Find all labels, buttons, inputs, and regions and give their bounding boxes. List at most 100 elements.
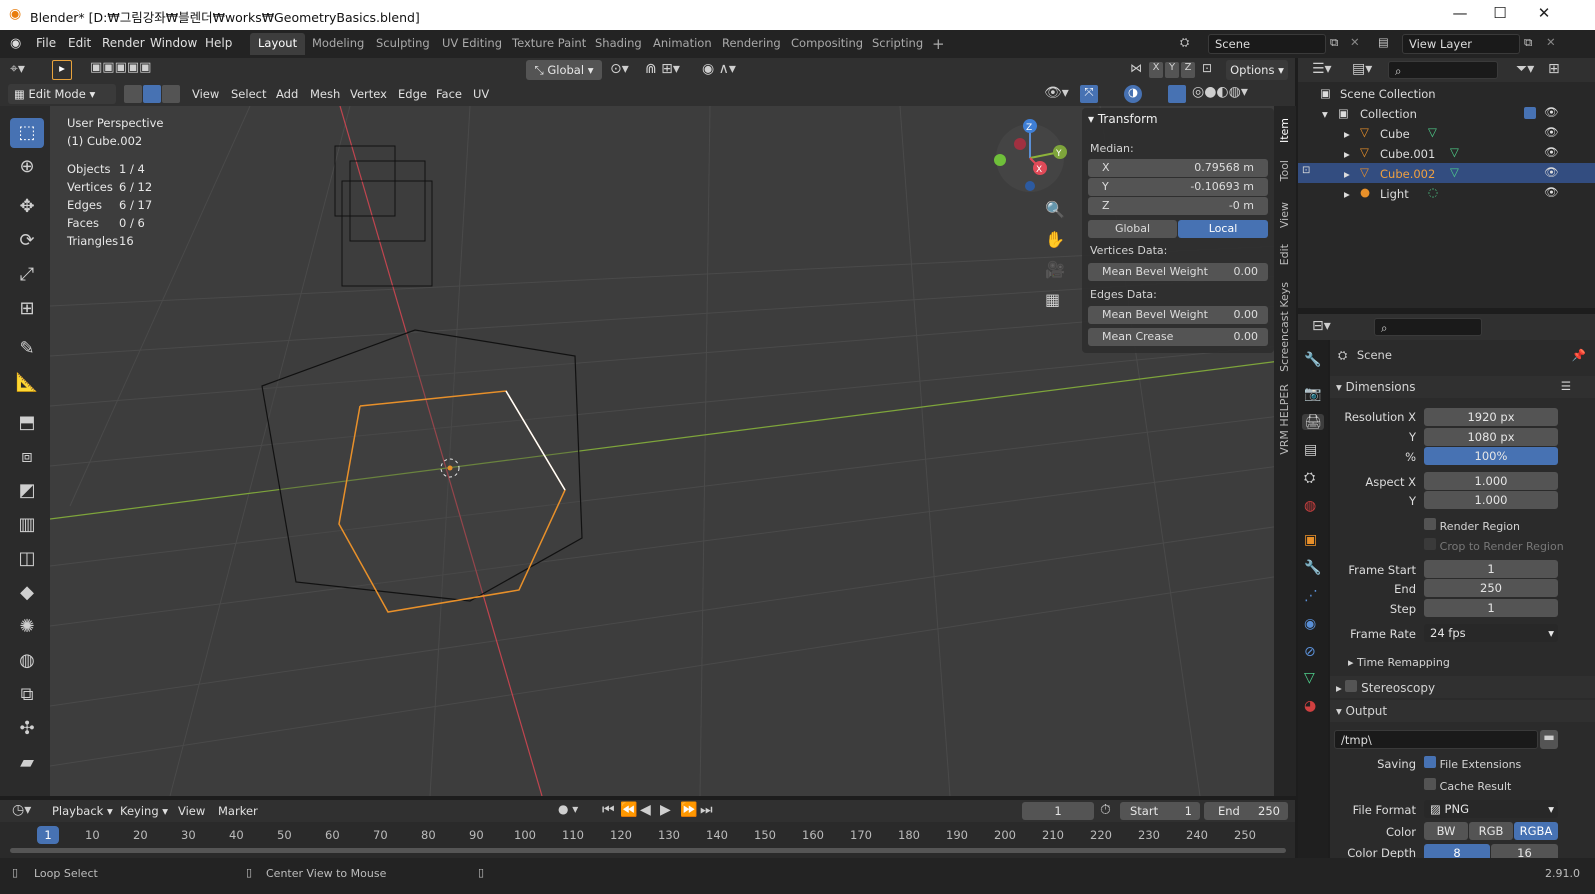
view-layer-tab-icon[interactable]: ▤ xyxy=(1304,442,1317,458)
menu-uv[interactable]: UV xyxy=(473,87,489,101)
data-tab-icon[interactable]: ▽ xyxy=(1304,670,1315,686)
axis-y-toggle[interactable]: Y xyxy=(1165,62,1179,78)
measure-tool[interactable]: 📐 xyxy=(10,368,44,398)
physics-tab-icon[interactable]: ◉ xyxy=(1304,616,1316,632)
render-tab-icon[interactable]: 📷 xyxy=(1304,386,1321,402)
spin-tool[interactable]: ✺ xyxy=(10,612,44,642)
time-remapping-subpanel[interactable]: ▸ Time Remapping xyxy=(1348,656,1450,669)
view-layer-icon[interactable]: ▤ xyxy=(1378,35,1389,49)
move-tool[interactable]: ✥ xyxy=(10,192,44,222)
menu-file[interactable]: File xyxy=(36,36,56,50)
resolution-x-field[interactable]: 1920 px xyxy=(1424,408,1558,426)
gizmo-toggle-icon[interactable]: ⤧ xyxy=(1080,85,1098,103)
playhead[interactable]: 1 xyxy=(37,826,59,844)
mirror-icon[interactable]: ⋈ xyxy=(1130,61,1142,75)
checkbox-icon[interactable] xyxy=(1524,107,1536,119)
outliner-type-icon[interactable]: ☰▾ xyxy=(1312,61,1332,77)
color-bw-option[interactable]: BW xyxy=(1424,822,1468,840)
tab-modeling[interactable]: Modeling xyxy=(304,33,372,55)
rotate-tool[interactable]: ⟳ xyxy=(10,226,44,256)
tab-rendering[interactable]: Rendering xyxy=(714,33,789,55)
outliner-row-collection[interactable]: ▾ ▣ Collection 👁 xyxy=(1298,103,1595,123)
world-tab-icon[interactable]: ◍ xyxy=(1304,498,1316,514)
particles-tab-icon[interactable]: ⋰ xyxy=(1304,588,1318,604)
crop-region-checkbox[interactable]: Crop to Render Region xyxy=(1424,538,1564,553)
pan-hand-icon[interactable]: ✋ xyxy=(1045,230,1065,249)
shrink-fatten-tool[interactable]: ✣ xyxy=(10,714,44,744)
axis-z-toggle[interactable]: Z xyxy=(1181,62,1195,78)
local-toggle[interactable]: Local xyxy=(1178,220,1268,238)
extrude-tool[interactable]: ⬒ xyxy=(10,408,44,438)
outliner-row-cube[interactable]: ▸ ▽ Cube ▽ 👁 xyxy=(1298,123,1595,143)
z-field[interactable]: Z -0 m xyxy=(1088,197,1268,215)
next-keyframe-icon[interactable]: ⏩ xyxy=(680,802,697,818)
color-depth-16-option[interactable]: 16 xyxy=(1491,844,1558,859)
menu-view[interactable]: View xyxy=(192,87,219,101)
properties-type-icon[interactable]: ⊟▾ xyxy=(1312,318,1331,334)
eye-icon[interactable]: 👁 xyxy=(1544,105,1559,119)
frame-start-field[interactable]: 1 xyxy=(1424,560,1558,578)
cache-result-checkbox[interactable]: Cache Result xyxy=(1424,778,1511,793)
menu-edit[interactable]: Edit xyxy=(68,36,91,50)
tab-screencast-keys[interactable]: Screencast Keys xyxy=(1278,282,1291,372)
jump-start-icon[interactable]: ⏮ xyxy=(602,802,615,818)
tab-item[interactable]: Item xyxy=(1278,118,1291,143)
delete-view-layer-icon[interactable]: ✕ xyxy=(1546,35,1556,49)
proportional-edit-icon[interactable]: ◉ ∧▾ xyxy=(702,61,736,77)
pin-icon[interactable]: 📌 xyxy=(1572,348,1586,362)
tab-sculpting[interactable]: Sculpting xyxy=(368,33,438,55)
tab-tool[interactable]: Tool xyxy=(1278,160,1291,181)
poly-build-tool[interactable]: ◆ xyxy=(10,578,44,608)
tab-texture-paint[interactable]: Texture Paint xyxy=(504,33,594,55)
visibility-icon[interactable]: 👁▾ xyxy=(1044,85,1069,101)
outliner-search[interactable]: ⌕ xyxy=(1388,61,1498,79)
stereoscopy-header[interactable]: ▸ Stereoscopy xyxy=(1330,676,1595,698)
auto-merge-icon[interactable]: ⊡ xyxy=(1202,61,1212,75)
menu-select[interactable]: Select xyxy=(231,87,266,101)
outliner-row-cube-001[interactable]: ▸ ▽ Cube.001 ▽ 👁 xyxy=(1298,143,1595,163)
scene-field[interactable]: Scene xyxy=(1208,34,1326,54)
outliner-row-scene-collection[interactable]: ▣ Scene Collection xyxy=(1298,83,1595,103)
timeline-scrollbar[interactable] xyxy=(10,848,1286,853)
tab-vrm-helper[interactable]: VRM HELPER xyxy=(1278,384,1291,455)
x-field[interactable]: X 0.79568 m xyxy=(1088,159,1268,177)
shading-modes-icon[interactable]: ◎●◐◍▾ xyxy=(1192,84,1248,100)
menu-keying[interactable]: Keying ▾ xyxy=(120,804,168,818)
frame-ruler[interactable]: 1 10 20 30 40 50 60 70 80 90 100 110 120… xyxy=(0,824,1295,846)
tab-scripting[interactable]: Scripting xyxy=(864,33,931,55)
loop-cut-tool[interactable]: ▥ xyxy=(10,510,44,540)
shear-tool[interactable]: ▰ xyxy=(10,748,44,778)
play-icon[interactable]: ▶ xyxy=(660,802,671,818)
file-format-dropdown[interactable]: ▨ PNG ▾ xyxy=(1424,800,1558,818)
edge-bevel-weight-field[interactable]: Mean Bevel Weight 0.00 xyxy=(1088,306,1268,324)
object-tab-icon[interactable]: ▣ xyxy=(1304,532,1317,548)
edge-select-icon[interactable] xyxy=(143,85,161,103)
y-field[interactable]: Y -0.10693 m xyxy=(1088,178,1268,196)
menu-help[interactable]: Help xyxy=(205,36,232,50)
axis-x-toggle[interactable]: X xyxy=(1149,62,1163,78)
add-workspace-icon[interactable]: + xyxy=(932,35,945,53)
menu-marker[interactable]: Marker xyxy=(218,804,258,818)
vertex-bevel-weight-field[interactable]: Mean Bevel Weight 0.00 xyxy=(1088,263,1268,281)
close-icon[interactable]: ✕ xyxy=(1524,4,1564,26)
display-mode-icon[interactable]: ▤▾ xyxy=(1352,61,1372,77)
outliner-row-light[interactable]: ▸ ● Light ◌ 👁 xyxy=(1298,183,1595,203)
smooth-tool[interactable]: ◍ xyxy=(10,646,44,676)
frame-step-field[interactable]: 1 xyxy=(1424,599,1558,617)
start-frame-field[interactable]: Start 1 xyxy=(1120,802,1200,820)
maximize-icon[interactable]: ☐ xyxy=(1480,4,1520,26)
menu-add[interactable]: Add xyxy=(276,87,298,101)
current-frame-field[interactable]: 1 xyxy=(1022,802,1094,820)
bevel-tool[interactable]: ◩ xyxy=(10,476,44,506)
mode-dropdown[interactable]: ▦ Edit Mode ▾ xyxy=(8,84,116,104)
tab-layout[interactable]: Layout xyxy=(250,33,306,55)
menu-face[interactable]: Face xyxy=(436,87,462,101)
file-extensions-checkbox[interactable]: File Extensions xyxy=(1424,756,1521,771)
output-header[interactable]: ▾ Output xyxy=(1330,700,1595,722)
new-view-layer-icon[interactable]: ⧉ xyxy=(1524,35,1532,50)
material-tab-icon[interactable]: ◕ xyxy=(1304,698,1316,714)
eye-icon[interactable]: 👁 xyxy=(1544,145,1559,159)
new-collection-icon[interactable]: ⊞ xyxy=(1548,61,1560,77)
select-tool-icon[interactable]: ▸ xyxy=(52,60,72,80)
overlay-toggle-icon[interactable]: ◑ xyxy=(1124,85,1142,103)
